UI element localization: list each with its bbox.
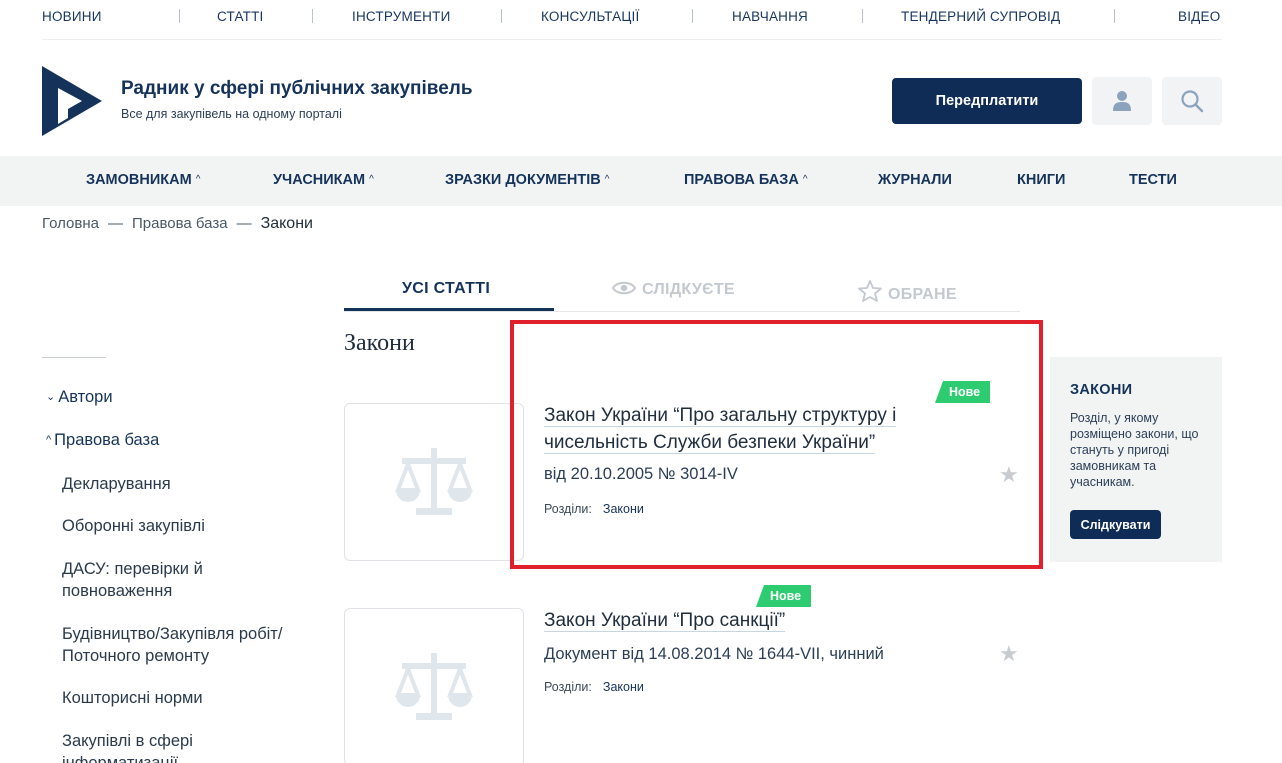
breadcrumb-separator: — bbox=[108, 215, 123, 232]
site-logo[interactable] bbox=[42, 66, 102, 136]
article-meta: від 20.10.2005 № 3014-IV bbox=[544, 465, 738, 483]
chevron-down-icon: ⌄ bbox=[46, 391, 56, 403]
breadcrumb-legal-base[interactable]: Правова база bbox=[132, 215, 228, 232]
chevron-up-icon: ^ bbox=[369, 174, 374, 185]
search-button[interactable] bbox=[1162, 77, 1222, 125]
account-button[interactable] bbox=[1092, 77, 1152, 125]
top-nav-tools[interactable]: ІНСТРУМЕНТИ bbox=[352, 9, 450, 24]
nav-label: ПРАВОВА БАЗА bbox=[684, 172, 799, 188]
sections-label: Розділи: bbox=[544, 680, 592, 694]
nav-legal-base[interactable]: ПРАВОВА БАЗА ^ bbox=[684, 172, 808, 188]
sidebar-item-label: Автори bbox=[58, 388, 113, 406]
tab-favorites-label: ОБРАНЕ bbox=[888, 286, 957, 303]
divider bbox=[501, 9, 502, 23]
article-title: Закон України “Про санкції” bbox=[544, 610, 786, 632]
chevron-up-icon: ^ bbox=[802, 174, 808, 185]
tab-all-articles[interactable]: УСІ СТАТТІ bbox=[402, 280, 490, 298]
favorite-star-icon[interactable]: ★ bbox=[999, 643, 1019, 665]
user-icon bbox=[1113, 91, 1131, 111]
article-title-link[interactable]: Закон України “Про санкції” bbox=[544, 607, 944, 634]
tab-favorites[interactable]: ОБРАНЕ bbox=[858, 280, 957, 304]
sections-label: Розділи: bbox=[544, 502, 592, 516]
divider bbox=[862, 9, 863, 23]
top-navigation: НОВИНИ СТАТТІ ІНСТРУМЕНТИ КОНСУЛЬТАЦІЇ Н… bbox=[42, 0, 1222, 40]
new-badge: Нове bbox=[935, 381, 991, 403]
nav-tests[interactable]: ТЕСТИ bbox=[1129, 172, 1177, 188]
subscribe-button[interactable]: Передплатити bbox=[892, 78, 1082, 124]
sidebar-item-construction[interactable]: Будівництво/Закупівля робіт/ Поточного р… bbox=[62, 623, 318, 667]
nav-label: ЖУРНАЛИ bbox=[878, 172, 952, 188]
star-outline-icon bbox=[858, 280, 882, 302]
divider bbox=[1114, 9, 1115, 23]
top-nav-articles[interactable]: СТАТТІ bbox=[217, 9, 264, 24]
nav-label: ТЕСТИ bbox=[1129, 172, 1177, 188]
article-thumbnail[interactable] bbox=[344, 608, 524, 763]
nav-label: ЗРАЗКИ ДОКУМЕНТІВ bbox=[445, 172, 601, 188]
sidebar-item-estimate-norms[interactable]: Кошторисні норми bbox=[62, 687, 322, 709]
scales-icon bbox=[395, 448, 473, 515]
sidebar-item-label: Правова база bbox=[54, 431, 160, 449]
breadcrumb-current: Закони bbox=[260, 215, 313, 232]
article-tabs: УСІ СТАТТІ СЛІДКУЄТЕ ОБРАНЕ bbox=[344, 270, 1020, 312]
favorite-star-icon[interactable]: ★ bbox=[999, 464, 1019, 486]
nav-books[interactable]: КНИГИ bbox=[1017, 172, 1065, 188]
nav-customers[interactable]: ЗАМОВНИКАМ ^ bbox=[86, 172, 200, 188]
info-box-title: ЗАКОНИ bbox=[1070, 382, 1133, 398]
sidebar-item-declaration[interactable]: Декларування bbox=[62, 473, 322, 495]
top-nav-news[interactable]: НОВИНИ bbox=[42, 9, 102, 24]
section-link[interactable]: Закони bbox=[603, 680, 644, 694]
article-title-link[interactable]: Закон України “Про загальну структуру і … bbox=[544, 402, 944, 456]
search-icon bbox=[1181, 90, 1204, 113]
nav-label: ЗАМОВНИКАМ bbox=[86, 172, 192, 188]
top-nav-education[interactable]: НАВЧАННЯ bbox=[732, 9, 808, 24]
breadcrumb: Головна — Правова база — Закони bbox=[42, 215, 313, 233]
breadcrumb-separator: — bbox=[236, 215, 252, 232]
follow-button[interactable]: Слідкувати bbox=[1070, 510, 1161, 539]
new-badge: Нове bbox=[756, 585, 812, 607]
divider bbox=[312, 9, 313, 23]
section-info-box: ЗАКОНИ Розділ, у якому розміщено закони,… bbox=[1050, 357, 1222, 562]
nav-document-samples[interactable]: ЗРАЗКИ ДОКУМЕНТІВ ^ bbox=[445, 172, 609, 188]
chevron-up-icon: ^ bbox=[604, 174, 610, 185]
site-title[interactable]: Радник у сфері публічних закупівель bbox=[121, 78, 473, 100]
tab-following[interactable]: СЛІДКУЄТЕ bbox=[611, 280, 735, 299]
nav-journals[interactable]: ЖУРНАЛИ bbox=[878, 172, 952, 188]
section-link[interactable]: Закони bbox=[603, 502, 644, 516]
top-nav-video[interactable]: ВІДЕО bbox=[1178, 9, 1220, 24]
sidebar-item-defense-procurement[interactable]: Оборонні закупівлі bbox=[62, 515, 322, 537]
active-tab-indicator bbox=[344, 308, 554, 311]
sidebar-item-dasu[interactable]: ДАСУ: перевірки й повноваження bbox=[62, 558, 252, 602]
chevron-up-icon: ^ bbox=[195, 174, 201, 185]
article-thumbnail[interactable] bbox=[344, 403, 524, 561]
eye-icon bbox=[611, 281, 637, 295]
chevron-up-icon: ^ bbox=[46, 434, 52, 446]
info-box-description: Розділ, у якому розміщено закони, що ста… bbox=[1070, 411, 1199, 489]
article-sections: Розділи: Закони bbox=[544, 680, 644, 694]
main-navigation: ЗАМОВНИКАМ ^ УЧАСНИКАМ ^ ЗРАЗКИ ДОКУМЕНТІВ… bbox=[0, 156, 1282, 206]
sidebar-item-legal-base[interactable]: ^ Правова база bbox=[46, 431, 159, 450]
breadcrumb-home[interactable]: Головна bbox=[42, 215, 99, 232]
nav-label: КНИГИ bbox=[1017, 172, 1066, 188]
divider bbox=[692, 9, 693, 23]
article-sections: Розділи: Закони bbox=[544, 502, 644, 516]
nav-label: УЧАСНИКАМ bbox=[273, 172, 366, 188]
nav-participants[interactable]: УЧАСНИКАМ ^ bbox=[273, 172, 374, 188]
sidebar-divider bbox=[42, 357, 106, 358]
top-nav-tender-support[interactable]: ТЕНДЕРНИЙ СУПРОВІД bbox=[901, 9, 1060, 24]
site-subtitle: Все для закупівель на одному порталі bbox=[121, 107, 342, 121]
section-title: Закони bbox=[344, 330, 415, 356]
tab-following-label: СЛІДКУЄТЕ bbox=[642, 281, 735, 298]
divider bbox=[179, 9, 180, 23]
article-meta: Документ від 14.08.2014 № 1644-VII, чинн… bbox=[544, 645, 884, 663]
scales-icon bbox=[395, 653, 473, 720]
sidebar-item-authors[interactable]: ⌄ Автори bbox=[46, 388, 113, 407]
article-title: Закон України “Про загальну структуру і … bbox=[544, 405, 897, 454]
sidebar-item-informatization[interactable]: Закупівлі в сфері інформатизації bbox=[62, 730, 252, 763]
top-nav-consultations[interactable]: КОНСУЛЬТАЦІЇ bbox=[541, 9, 639, 24]
